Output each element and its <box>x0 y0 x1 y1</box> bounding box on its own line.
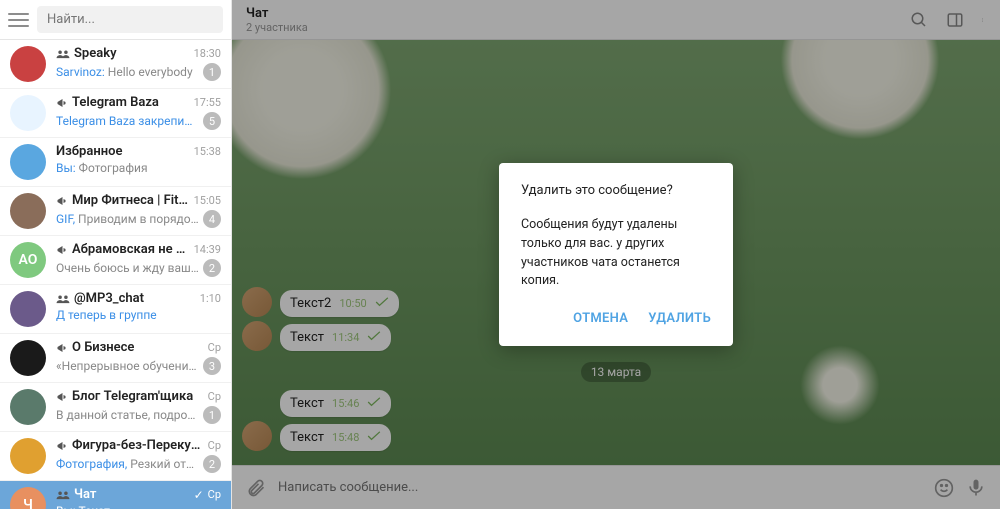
chat-time: 18:30 <box>194 47 221 60</box>
chat-preview: Вы: Фотография <box>56 161 221 175</box>
search-input[interactable] <box>37 6 223 33</box>
avatar <box>10 144 46 180</box>
chat-name: О Бизнесе <box>72 340 204 355</box>
unread-badge: 2 <box>203 455 221 473</box>
chat-time: 15:38 <box>194 145 221 158</box>
chat-preview: Д теперь в группе <box>56 308 221 322</box>
chat-list: Speaky 18:30 Sarvinoz: Hello everybody 1 T… <box>0 40 231 509</box>
chat-item[interactable]: Speaky 18:30 Sarvinoz: Hello everybody 1 <box>0 40 231 89</box>
chat-preview: «Непрерывное обучение - мини… <box>56 359 199 373</box>
chat-time: Ср <box>208 488 221 501</box>
chat-name: @MP3_chat <box>74 291 196 306</box>
chat-time: Ср <box>208 341 221 354</box>
chat-preview: Очень боюсь и жду ваших совет… <box>56 261 199 275</box>
chat-item[interactable]: Мир Фитнеса | FitnessRU 15:05 GIF, Привод… <box>0 187 231 236</box>
unread-badge: 1 <box>203 406 221 424</box>
dialog-title: Удалить это сообщение? <box>521 183 711 198</box>
chat-name: Speaky <box>74 46 190 61</box>
chat-preview: Вы: Текст <box>56 504 221 509</box>
chat-time: 1:10 <box>200 292 221 305</box>
delete-button[interactable]: УДАЛИТЬ <box>648 311 711 326</box>
main-panel: Чат 2 участника Текст210:50 Текст11:34 1… <box>232 0 1000 509</box>
avatar <box>10 46 46 82</box>
sidebar: Speaky 18:30 Sarvinoz: Hello everybody 1 T… <box>0 0 232 509</box>
chat-name: Избранное <box>56 144 190 159</box>
avatar <box>10 95 46 131</box>
chat-name: Абрамовская не про обра… <box>72 242 190 257</box>
menu-icon[interactable] <box>8 8 29 32</box>
check-icon: ✓ <box>194 488 204 502</box>
chat-time: 15:05 <box>194 194 221 207</box>
chat-name: Фигура-без-Перекура <box>72 438 204 453</box>
chat-item[interactable]: АО Абрамовская не про обра… 14:39 Очень б… <box>0 236 231 285</box>
chat-item[interactable]: Ч Чат ✓ Ср Вы: Текст <box>0 481 231 509</box>
delete-dialog: Удалить это сообщение? Сообщения будут у… <box>499 163 733 346</box>
unread-badge: 2 <box>203 259 221 277</box>
chat-name: Мир Фитнеса | FitnessRU <box>72 193 190 208</box>
dialog-body: Сообщения будут удалены только для вас. … <box>521 216 711 291</box>
chat-name: Блог Telegram'щика <box>72 389 204 404</box>
avatar <box>10 291 46 327</box>
chat-time: 14:39 <box>194 243 221 256</box>
chat-item[interactable]: Избранное 15:38 Вы: Фотография <box>0 138 231 187</box>
unread-badge: 1 <box>203 63 221 81</box>
avatar: АО <box>10 242 46 278</box>
chat-preview: Telegram Baza закрепил(а) «Добр… <box>56 114 199 128</box>
chat-preview: Sarvinoz: Hello everybody <box>56 65 199 79</box>
chat-preview: В данной статье, подробно расс… <box>56 408 199 422</box>
chat-time: Ср <box>208 390 221 403</box>
chat-preview: Фотография, Резкий отказ от сла… <box>56 457 199 471</box>
unread-badge: 5 <box>203 112 221 130</box>
avatar <box>10 389 46 425</box>
chat-preview: GIF, Приводим в порядок фигуру… <box>56 212 199 226</box>
avatar <box>10 340 46 376</box>
avatar: Ч <box>10 487 46 509</box>
chat-item[interactable]: О Бизнесе Ср «Непрерывное обучение - мини… <box>0 334 231 383</box>
chat-item[interactable]: Блог Telegram'щика Ср В данной статье, по… <box>0 383 231 432</box>
chat-time: Ср <box>208 439 221 452</box>
avatar <box>10 193 46 229</box>
chat-item[interactable]: Фигура-без-Перекура Ср Фотография, Резкий… <box>0 432 231 481</box>
chat-item[interactable]: Telegram Baza 17:55 Telegram Baza закрепи… <box>0 89 231 138</box>
search-bar <box>0 0 231 40</box>
chat-name: Чат <box>74 487 190 502</box>
unread-badge: 4 <box>203 210 221 228</box>
avatar <box>10 438 46 474</box>
chat-name: Telegram Baza <box>72 95 190 110</box>
chat-item[interactable]: @MP3_chat 1:10 Д теперь в группе <box>0 285 231 334</box>
unread-badge: 3 <box>203 357 221 375</box>
cancel-button[interactable]: ОТМЕНА <box>573 311 628 326</box>
dialog-overlay: Удалить это сообщение? Сообщения будут у… <box>232 0 1000 509</box>
chat-time: 17:55 <box>194 96 221 109</box>
